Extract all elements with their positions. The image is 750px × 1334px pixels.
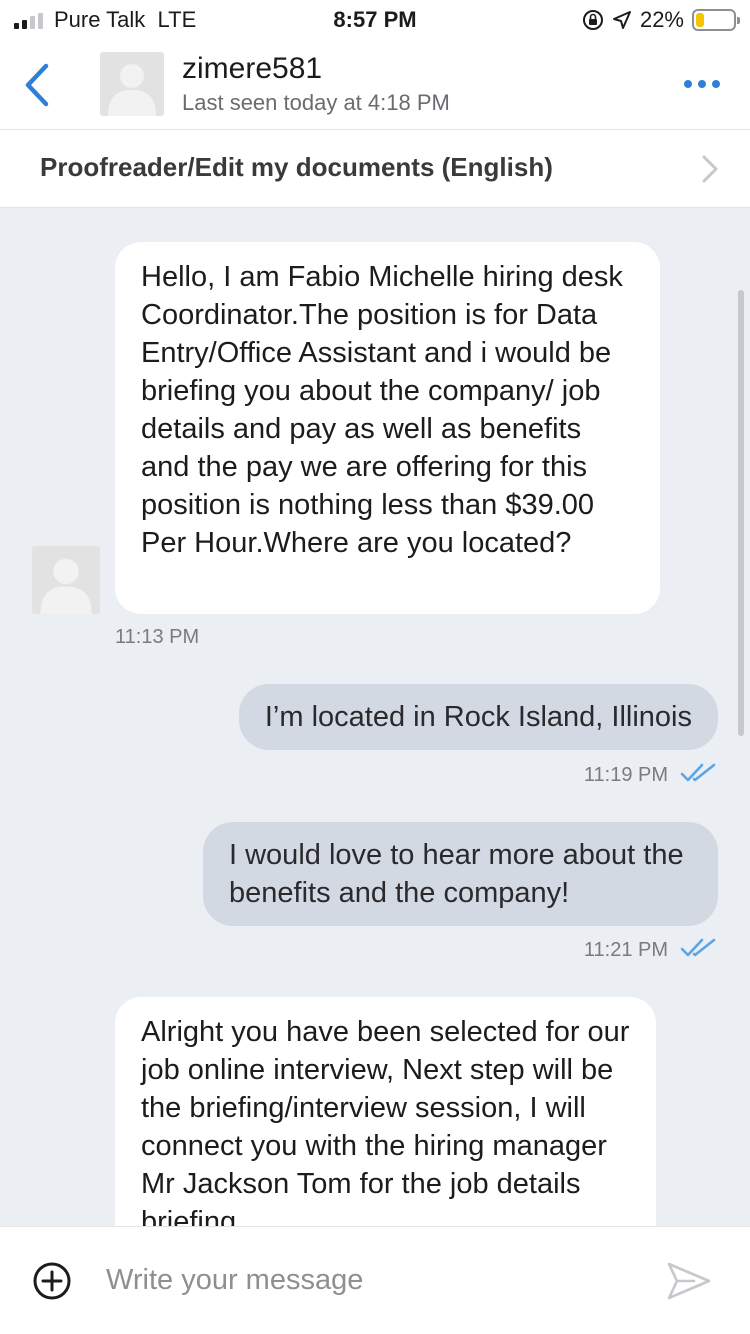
message-time: 11:21 PM <box>583 939 668 961</box>
last-seen-status: Last seen today at 4:18 PM <box>182 90 450 115</box>
incoming-message-bubble[interactable]: Hello, I am Fabio Michelle hiring desk C… <box>115 242 660 614</box>
scrollbar[interactable] <box>738 290 744 736</box>
outgoing-message-bubble[interactable]: I’m located in Rock Island, Illinois <box>238 684 718 750</box>
chevron-right-icon <box>702 155 718 183</box>
outgoing-message-bubble[interactable]: I would love to hear more about the bene… <box>203 822 718 926</box>
sender-avatar[interactable] <box>32 546 100 614</box>
message-input[interactable] <box>104 1255 624 1305</box>
back-chevron-icon[interactable] <box>20 62 56 108</box>
more-options-icon[interactable] <box>682 74 722 94</box>
message-time: 11:19 PM <box>583 764 668 786</box>
message-text: Alright you have been selected for our j… <box>141 1016 630 1226</box>
message-text: I’m located in Rock Island, Illinois <box>264 701 692 733</box>
battery-level <box>696 13 704 27</box>
incoming-message-bubble[interactable]: Alright you have been selected for our j… <box>115 997 656 1226</box>
job-title: Proofreader/Edit my documents (English) <box>40 152 553 182</box>
double-check-icon <box>680 938 716 957</box>
message-composer <box>0 1226 750 1334</box>
default-avatar-icon <box>32 546 100 614</box>
chat-header: zimere581 Last seen today at 4:18 PM <box>0 40 750 130</box>
message-text: Hello, I am Fabio Michelle hiring desk C… <box>141 261 623 559</box>
double-check-icon <box>680 763 716 782</box>
battery-icon <box>692 9 740 31</box>
location-arrow-icon <box>612 11 631 29</box>
contact-avatar[interactable] <box>100 52 164 116</box>
status-bar: Pure Talk LTE 8:57 PM 22% <box>0 0 750 40</box>
send-icon[interactable] <box>666 1261 712 1301</box>
add-attachment-icon[interactable] <box>32 1261 72 1301</box>
orientation-lock-icon <box>582 10 603 30</box>
contact-name[interactable]: zimere581 <box>182 52 322 86</box>
default-avatar-icon <box>100 52 164 116</box>
battery-percent: 22% <box>639 7 684 32</box>
message-time: 11:13 PM <box>115 626 200 648</box>
message-text: I would love to hear more about the bene… <box>229 839 684 909</box>
job-link-bar[interactable]: Proofreader/Edit my documents (English) <box>0 130 750 208</box>
status-right: 22% <box>582 6 740 34</box>
message-list[interactable]: Hello, I am Fabio Michelle hiring desk C… <box>0 208 750 1226</box>
